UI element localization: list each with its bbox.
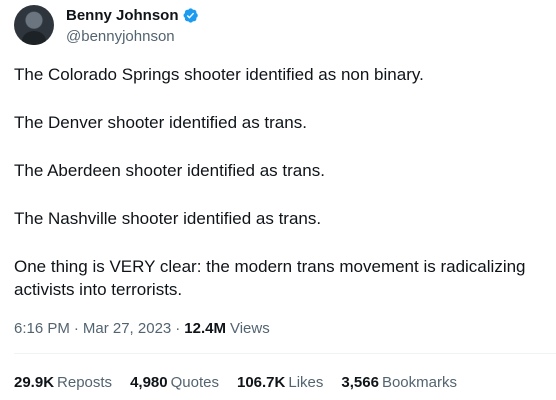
name-row: Benny Johnson xyxy=(66,5,199,25)
bookmarks-count: 3,566 xyxy=(341,373,379,391)
reposts-label: Reposts xyxy=(57,373,113,391)
likes-link[interactable]: 106.7K Likes xyxy=(237,374,323,391)
tweet-paragraph: The Denver shooter identified as trans. xyxy=(14,113,307,132)
separator-dot: · xyxy=(73,319,79,337)
tweet-header: Benny Johnson @bennyjohnson xyxy=(14,4,199,46)
views-count: 12.4M xyxy=(184,319,226,337)
quotes-link[interactable]: 4,980 Quotes xyxy=(130,374,219,391)
views-label: Views xyxy=(229,319,270,337)
likes-count: 106.7K xyxy=(236,373,286,391)
quotes-label: Quotes xyxy=(170,373,219,391)
reposts-count: 29.9K xyxy=(14,373,55,391)
verified-badge-icon xyxy=(182,7,199,24)
engagement-stats: 29.9K Reposts 4,980 Quotes 106.7K Likes 3,5… xyxy=(14,372,475,392)
author-handle[interactable]: @bennyjohnson xyxy=(66,28,199,45)
likes-label: Likes xyxy=(288,373,324,391)
tweet-paragraph: The Nashville shooter identified as tran… xyxy=(14,209,322,228)
tweet-metadata: 6:16 PM · Mar 27, 2023 · 12.4M Views xyxy=(14,318,270,338)
avatar[interactable] xyxy=(14,5,54,45)
tweet-paragraph: The Colorado Springs shooter identified … xyxy=(14,65,424,84)
separator-dot: · xyxy=(175,319,181,337)
author-display-name[interactable]: Benny Johnson xyxy=(66,7,179,24)
quotes-count: 4,980 xyxy=(130,373,168,391)
tweet-paragraph: The Aberdeen shooter identified as trans… xyxy=(14,161,325,180)
tweet-time[interactable]: 6:16 PM xyxy=(14,320,70,337)
author-names: Benny Johnson @bennyjohnson xyxy=(66,5,199,45)
tweet-date[interactable]: Mar 27, 2023 xyxy=(83,320,171,337)
divider xyxy=(14,353,556,354)
bookmarks-link[interactable]: 3,566 Bookmarks xyxy=(341,374,457,391)
bookmarks-label: Bookmarks xyxy=(381,373,457,391)
tweet-paragraph: One thing is VERY clear: the modern tran… xyxy=(14,257,526,299)
reposts-link[interactable]: 29.9K Reposts xyxy=(14,374,112,391)
